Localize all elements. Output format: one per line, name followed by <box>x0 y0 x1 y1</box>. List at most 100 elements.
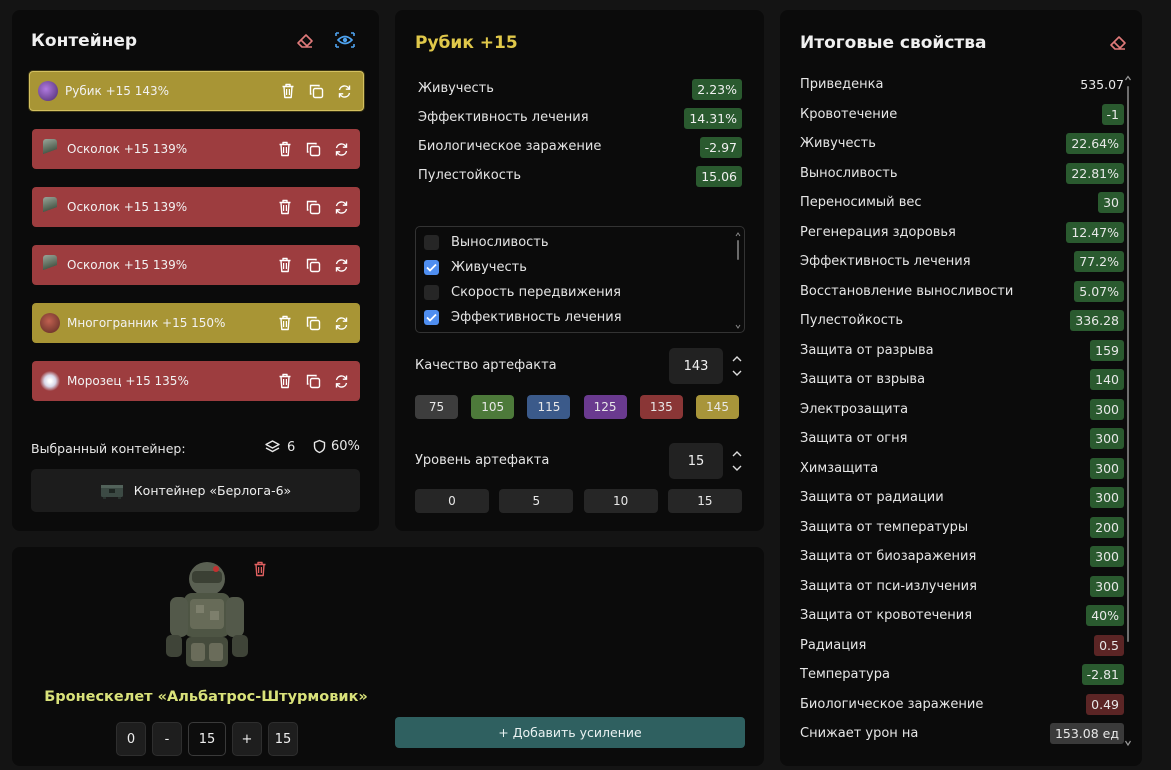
level-stepper: 0 - 15 + 15 <box>116 722 306 756</box>
total-stat-label: Защита от кровотечения <box>800 608 973 623</box>
add-enhancement-button[interactable]: + Добавить усиление <box>395 717 745 748</box>
quality-down-icon[interactable] <box>730 367 744 379</box>
total-stat-value: 300 <box>1090 546 1124 567</box>
total-stat-label: Биологическое заражение <box>800 696 984 712</box>
trash-icon[interactable] <box>276 256 294 274</box>
total-stat-row: Радиация 0.5 <box>800 634 1124 659</box>
artifact-row[interactable]: Осколок +15 139% <box>32 245 360 285</box>
stat-filter-list: Выносливость Живучесть Скорость передвижен… <box>415 226 745 333</box>
stepper-plus-button[interactable]: + <box>232 722 262 756</box>
total-stat-value: 12.47% <box>1066 221 1124 243</box>
artifact-stat-label: Живучесть <box>418 81 494 96</box>
filter-option[interactable]: Выносливость <box>424 235 549 250</box>
total-stat-row: Приведенка 535.07 <box>800 74 1124 98</box>
copy-icon[interactable] <box>304 198 322 216</box>
stepper-minus-button[interactable]: - <box>152 722 182 756</box>
copy-icon[interactable] <box>304 256 322 274</box>
trash-icon[interactable] <box>276 314 294 332</box>
quality-preset-button[interactable]: 105 <box>471 395 515 419</box>
trash-icon[interactable] <box>276 372 294 390</box>
totals-title: Итоговые свойства <box>800 33 987 53</box>
total-stat-label: Защита от пси-излучения <box>800 578 977 594</box>
quality-preset-button[interactable]: 115 <box>527 395 571 419</box>
swap-icon[interactable] <box>335 82 353 100</box>
total-stat-row: Защита от кровотечения 40% <box>800 605 1124 629</box>
checkbox-checked-icon[interactable] <box>424 310 439 325</box>
filter-option[interactable]: Скорость передвижения <box>424 285 621 300</box>
artifact-row[interactable]: Морозец +15 135% <box>32 361 360 401</box>
swap-icon[interactable] <box>332 140 350 158</box>
total-stat-row: Защита от температуры 200 <box>800 516 1124 541</box>
level-preset-button[interactable]: 15 <box>667 489 742 513</box>
level-preset-button[interactable]: 10 <box>583 489 658 513</box>
total-stat-row: Защита от радиации 300 <box>800 487 1124 511</box>
frost-artifact-icon <box>40 371 60 391</box>
level-preset-button[interactable]: 0 <box>415 489 489 513</box>
eraser-icon[interactable] <box>294 30 316 52</box>
artifact-stat-value: -2.97 <box>699 137 742 158</box>
level-preset-button[interactable]: 5 <box>499 489 574 513</box>
total-stat-row: Электрозащита 300 <box>800 398 1124 423</box>
artifact-row[interactable]: Осколок +15 139% <box>32 129 360 169</box>
total-stat-value: 5.07% <box>1074 280 1124 302</box>
level-input[interactable]: 15 <box>669 443 723 479</box>
total-stat-row: Химзащита 300 <box>800 457 1124 482</box>
artifact-stat-value: 15.06 <box>696 166 742 187</box>
artifact-actions <box>276 198 350 216</box>
totals-scrollbar[interactable] <box>1124 74 1132 750</box>
artifact-stat-value: 2.23% <box>692 79 742 100</box>
artifact-row[interactable]: Осколок +15 139% <box>32 187 360 227</box>
total-stat-label: Приведенка <box>800 77 884 92</box>
total-stat-row: Защита от взрыва 140 <box>800 369 1124 393</box>
eye-icon[interactable] <box>334 29 356 51</box>
filter-option-label: Скорость передвижения <box>451 285 621 300</box>
scrollbar[interactable] <box>735 231 741 330</box>
shard-artifact-icon <box>43 197 57 217</box>
level-up-icon[interactable] <box>730 447 744 459</box>
total-stat-row: Кровотечение -1 <box>800 103 1124 128</box>
checkbox-icon[interactable] <box>424 285 439 300</box>
artifact-row[interactable]: Рубик +15 143% <box>29 71 364 111</box>
copy-icon[interactable] <box>304 314 322 332</box>
container-select-button[interactable]: Контейнер «Берлога-6» <box>31 469 360 512</box>
filter-option[interactable]: Эффективность лечения <box>424 310 622 325</box>
total-stat-label: Эффективность лечения <box>800 254 971 269</box>
filter-option[interactable]: Живучесть <box>424 260 527 275</box>
trash-icon[interactable] <box>276 198 294 216</box>
stepper-max-button[interactable]: 15 <box>268 722 298 756</box>
level-down-icon[interactable] <box>730 462 744 474</box>
total-stat-label: Восстановление выносливости <box>800 283 1014 299</box>
stepper-min-button[interactable]: 0 <box>116 722 146 756</box>
artifact-actions <box>279 82 353 100</box>
trash-icon[interactable] <box>276 140 294 158</box>
checkbox-icon[interactable] <box>424 235 439 250</box>
quality-up-icon[interactable] <box>730 352 744 364</box>
trash-icon[interactable] <box>279 82 297 100</box>
quality-input[interactable]: 143 <box>669 348 723 384</box>
copy-icon[interactable] <box>307 82 325 100</box>
level-label: Уровень артефакта <box>415 453 550 468</box>
artifact-stat-value: 14.31% <box>684 108 742 129</box>
artifact-name: Морозец +15 135% <box>67 374 189 388</box>
checkbox-checked-icon[interactable] <box>424 260 439 275</box>
quality-preset-button[interactable]: 145 <box>696 395 739 419</box>
swap-icon[interactable] <box>332 198 350 216</box>
quality-preset-button[interactable]: 75 <box>415 395 458 419</box>
total-stat-row: Защита от биозаражения 300 <box>800 546 1124 570</box>
copy-icon[interactable] <box>304 140 322 158</box>
total-stat-label: Химзащита <box>800 460 879 476</box>
total-stat-label: Защита от разрыва <box>800 342 934 358</box>
exoskeleton-image <box>160 557 254 675</box>
copy-icon[interactable] <box>304 372 322 390</box>
swap-icon[interactable] <box>332 256 350 274</box>
swap-icon[interactable] <box>332 372 350 390</box>
artifact-row[interactable]: Многогранник +15 150% <box>32 303 360 343</box>
swap-icon[interactable] <box>332 314 350 332</box>
stepper-value-input[interactable]: 15 <box>188 722 226 756</box>
totals-panel: Итоговые свойства Приведенка 535.07 Кровот… <box>780 10 1142 766</box>
quality-preset-button[interactable]: 125 <box>583 395 627 419</box>
eraser-icon[interactable] <box>1107 32 1129 54</box>
filter-option-label: Эффективность лечения <box>451 310 622 325</box>
delete-armor-icon[interactable] <box>249 558 271 580</box>
quality-preset-button[interactable]: 135 <box>639 395 683 419</box>
